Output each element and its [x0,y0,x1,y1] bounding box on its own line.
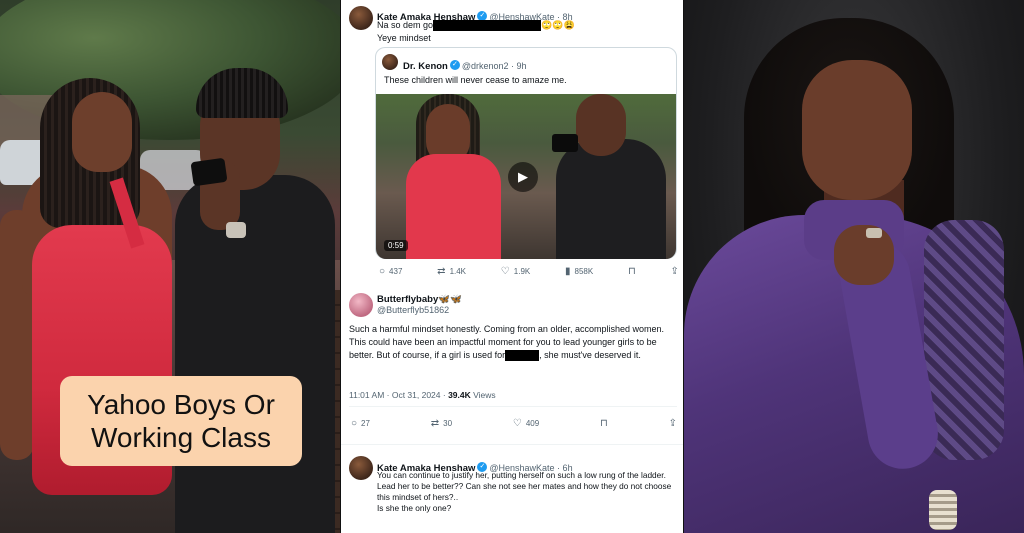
divider [349,406,677,407]
verified-badge-icon: ✓ [450,60,460,70]
quoted-text: These children will never cease to amaze… [384,74,567,87]
heart-icon: ♡ [513,418,522,429]
tweet-text-line2: Lead her to be better?? Can she not see … [377,481,677,503]
woman-face [72,92,132,172]
bookmark-icon: ⊓ [628,266,636,277]
bookmark-button[interactable]: ⊓ [600,418,608,429]
bracelet [929,490,957,530]
tweet-view-count: 39.4K [448,390,471,400]
tweet-emojis: 🙄🙄😩 [541,20,575,30]
divider [341,444,683,445]
author-handle[interactable]: @Butterflyb51862 [377,305,462,315]
retweet-button[interactable]: ⇄ 1.4K [437,266,466,277]
view-count: 858K [575,267,594,276]
caption-line-2: Working Class [91,421,271,454]
bookmark-button[interactable]: ⊓ [628,266,636,277]
left-photo: Yahoo Boys Or Working Class [0,0,340,533]
share-button[interactable]: ⇪ [671,266,679,277]
like-button[interactable]: ♡ 409 [513,418,539,429]
video-man-figure [556,139,666,259]
reply-count: 437 [389,267,402,276]
reply-icon: ○ [351,418,357,429]
avatar[interactable] [349,6,373,30]
tweet-text-prefix: Na so dem go [377,20,433,30]
video-man-face [576,94,626,156]
play-icon[interactable]: ▶ [508,162,538,192]
like-button[interactable]: ♡ 1.9K [501,266,530,277]
tweet-time[interactable]: 11:01 AM · Oct 31, 2024 · [349,390,448,400]
right-photo [684,0,1024,533]
views-button[interactable]: ▮ 858K [565,266,593,277]
quoted-tweet[interactable]: Dr. Kenon✓@drkenon2 · 9h These children … [375,47,677,259]
share-button[interactable]: ⇪ [669,418,677,429]
avatar[interactable] [349,456,373,480]
man-figure [175,175,335,533]
caption-box: Yahoo Boys Or Working Class [60,376,302,466]
portrait-hand [834,225,894,285]
ring [866,228,882,238]
redaction-bar [505,350,539,361]
bar-chart-icon: ▮ [565,266,571,277]
video-player[interactable]: ▶ 0:59 [376,94,676,259]
tweet-text-line2: Yeye mindset [377,33,431,43]
bookmark-icon: ⊓ [600,418,608,429]
tweet-header: Butterflybaby🦋🦋 @Butterflyb51862 [377,294,462,315]
phone-icon [190,158,227,186]
like-count: 1.9K [514,267,530,276]
tweet-text-line3: Is she the only one? [377,503,677,514]
retweet-icon: ⇄ [431,418,439,429]
heart-icon: ♡ [501,266,510,277]
tweet-text: You can continue to justify her, putting… [377,470,677,514]
retweet-icon: ⇄ [437,266,445,277]
reply-icon: ○ [379,266,385,277]
tweet-thread: Kate Amaka Henshaw✓@HenshawKate · 8h Na … [341,0,683,533]
video-woman-dress [406,154,501,259]
retweet-count: 1.4K [450,267,466,276]
share-icon: ⇪ [669,418,677,429]
reply-count: 27 [361,419,370,428]
reply-button[interactable]: ○ 437 [379,266,402,277]
quoted-header: Dr. Kenon✓@drkenon2 · 9h [403,56,527,74]
share-icon: ⇪ [671,266,679,277]
tweet-text: Such a harmful mindset honestly. Coming … [349,323,675,362]
portrait-face [802,60,912,200]
avatar [382,54,398,70]
reply-button[interactable]: ○ 27 [351,418,370,429]
quoted-author-handle: @drkenon2 · 9h [462,61,527,71]
wristwatch [226,222,246,238]
quoted-author-name: Dr. Kenon [403,61,448,72]
tweet-action-bar: ○ 27 ⇄ 30 ♡ 409 ⊓ ⇪ [351,418,677,429]
retweet-count: 30 [443,419,452,428]
redaction-bar [433,20,541,31]
like-count: 409 [526,419,539,428]
views-label: Views [473,390,496,400]
video-duration: 0:59 [384,240,408,251]
tweet-text-line1: You can continue to justify her, putting… [377,470,677,481]
author-name[interactable]: Butterflybaby🦋🦋 [377,294,462,305]
retweet-button[interactable]: ⇄ 30 [431,418,452,429]
avatar[interactable] [349,293,373,317]
tweet-timestamp: 11:01 AM · Oct 31, 2024 · 39.4K Views [349,390,496,400]
phone-icon [552,134,578,152]
quoted-action-bar: ○ 437 ⇄ 1.4K ♡ 1.9K ▮ 858K ⊓ ⇪ [379,266,679,277]
tweet-text-part2: she must've deserved it. [544,350,641,360]
tweet-text: Na so dem go 🙄🙄😩 Yeye mindset [377,19,677,45]
caption-line-1: Yahoo Boys Or [87,388,275,421]
